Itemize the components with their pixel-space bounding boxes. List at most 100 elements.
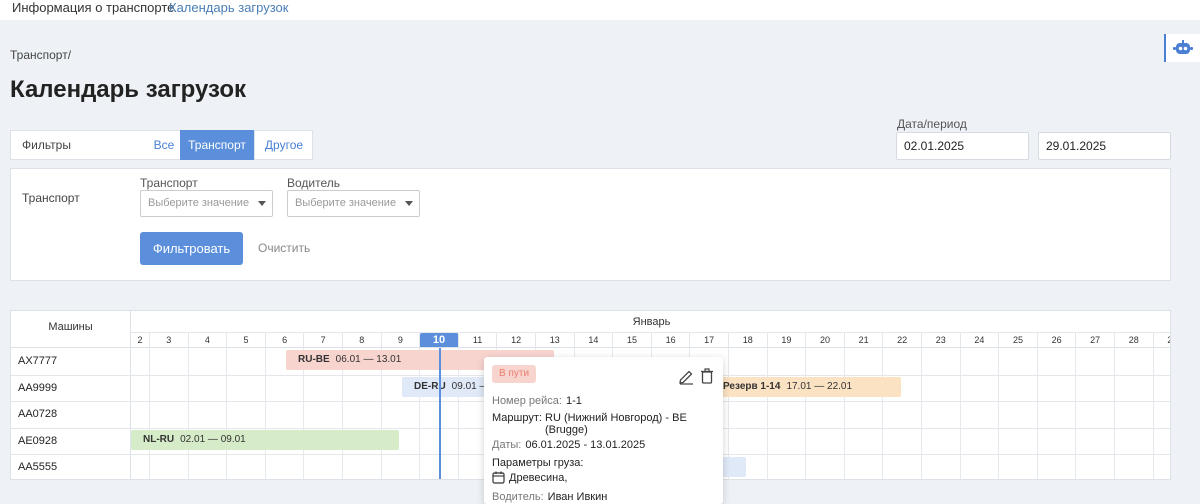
day-header: 12 [497,333,536,348]
day-grid-line [959,348,961,479]
date-from-input[interactable]: 02.01.2025 [896,132,1029,160]
day-header: 3 [150,333,189,348]
driver-label: Водитель: [492,491,544,503]
vehicle-row-name[interactable]: AX7777 [18,348,57,374]
day-header: 2 [131,333,150,348]
day-header: 29 [1153,333,1170,348]
vehicle-row-name[interactable]: AA9999 [18,375,57,401]
status-badge: В пути [492,365,537,383]
day-header: 25 [999,333,1038,348]
day-header: 20 [806,333,845,348]
assistant-button[interactable] [1164,34,1200,62]
dates-value: 06.01.2025 - 13.01.2025 [525,439,646,451]
tab-transport-info[interactable]: Информация о транспорте [12,0,174,15]
day-grid-line [1152,348,1154,479]
day-header: 13 [536,333,575,348]
driver-select-placeholder: Выберите значение [295,197,397,209]
transport-select-placeholder: Выберите значение [148,197,250,209]
day-grid-line [149,348,150,479]
apply-filter-button[interactable]: Фильтровать [140,232,243,265]
chevron-down-icon [405,201,413,206]
day-header: 17 [690,333,729,348]
trip-number-label: Номер рейса: [492,395,562,407]
day-header: 11 [458,333,498,348]
transport-select-label: Транспорт [140,176,198,190]
trip-bar-reserve[interactable]: Резерв 1-14 17.01 — 22.01 [711,377,901,397]
trip-bar-nl-ru[interactable]: NL-RU 02.01 — 09.01 [131,430,399,450]
day-header: 27 [1076,333,1115,348]
day-header: 7 [304,333,343,348]
calendar-icon [492,471,505,484]
trip-details-popup: В пути Номер рейса: 1-1 Маршрут: RU (Нижн… [484,357,723,504]
day-grid-line [882,348,884,479]
breadcrumb[interactable]: Транспорт/ [10,48,71,62]
page-title: Календарь загрузок [10,76,247,103]
filter-other-button[interactable]: Другое [254,130,313,160]
month-header: Январь [131,311,1170,333]
vehicle-row-name[interactable]: AE0928 [18,428,57,454]
vehicle-row-name[interactable]: AA0728 [18,401,57,427]
filter-transport-button[interactable]: Транспорт [180,130,254,160]
day-grid-line [766,348,768,479]
route-label: Маршрут: [492,412,542,424]
transport-select[interactable]: Выберите значение [140,190,273,217]
trip-bar-dates: 06.01 — 13.01 [335,354,402,365]
route-value: RU (Нижний Новгород) - BE (Brugge) [545,412,687,436]
trash-icon[interactable] [700,368,714,384]
filter-type-bar: Фильтры Все Транспорт Другое [10,130,313,160]
day-grid-line [998,348,1000,479]
day-header: 22 [883,333,922,348]
day-header: 28 [1115,333,1154,348]
trip-bar-code: Резерв 1-14 [723,381,781,392]
day-grid-line [843,348,845,479]
cargo-label: Параметры груза: [492,457,584,469]
day-header: 26 [1037,333,1077,348]
day-grid-line [187,348,189,479]
trip-number-value: 1-1 [565,395,582,407]
machines-column-header: Машины [11,311,131,348]
day-header: 10 [420,333,459,348]
trip-number-row: Номер рейса: 1-1 [492,395,582,407]
day-header: 14 [574,333,614,348]
day-grid-line [264,348,266,479]
edit-icon[interactable] [678,369,694,385]
day-header: 15 [613,333,652,348]
day-header: 9 [381,333,421,348]
today-marker-line [439,348,441,479]
day-header: 21 [844,333,884,348]
vehicle-row-name[interactable]: AA5555 [18,454,57,479]
filter-panel-title: Транспорт [22,191,80,205]
day-grid-line [1114,348,1115,479]
day-grid-line [805,348,807,479]
clear-filter-button[interactable]: Очистить [258,241,310,255]
top-nav: Информация о транспорте Календарь загруз… [0,0,1200,20]
tab-load-calendar[interactable]: Календарь загрузок [169,0,288,15]
day-header: 23 [922,333,961,348]
day-grid-line [1036,348,1038,479]
row-header-separator [130,348,131,479]
trip-bar-dates: 02.01 — 09.01 [180,434,246,445]
driver-select[interactable]: Выберите значение [287,190,420,217]
dates-row: Даты: 06.01.2025 - 13.01.2025 [492,439,645,451]
filter-all-button[interactable]: Все [149,130,179,160]
driver-row: Водитель: Иван Ивкин [492,491,607,503]
day-header: 16 [651,333,691,348]
driver-value: Иван Ивкин [547,491,608,503]
date-period-label: Дата/период [897,117,967,131]
day-header: 19 [767,333,807,348]
chevron-down-icon [258,201,266,206]
day-header: 5 [227,333,266,348]
filter-panel: Транспорт Транспорт Водитель Выберите зн… [10,168,1171,281]
driver-select-label: Водитель [287,176,341,190]
trip-bar-code: RU-BE [298,354,330,365]
day-header: 18 [729,333,768,348]
dates-label: Даты: [492,439,522,451]
filters-label: Фильтры [22,138,71,152]
date-to-input[interactable]: 29.01.2025 [1038,132,1171,160]
day-grid-line [226,348,228,479]
trip-bar-dates: 17.01 — 22.01 [786,381,853,392]
day-grid-line [921,348,922,479]
trip-bar-code: NL-RU [143,434,175,445]
cargo-value: Древесина, [509,471,568,484]
day-header: 6 [265,333,305,348]
